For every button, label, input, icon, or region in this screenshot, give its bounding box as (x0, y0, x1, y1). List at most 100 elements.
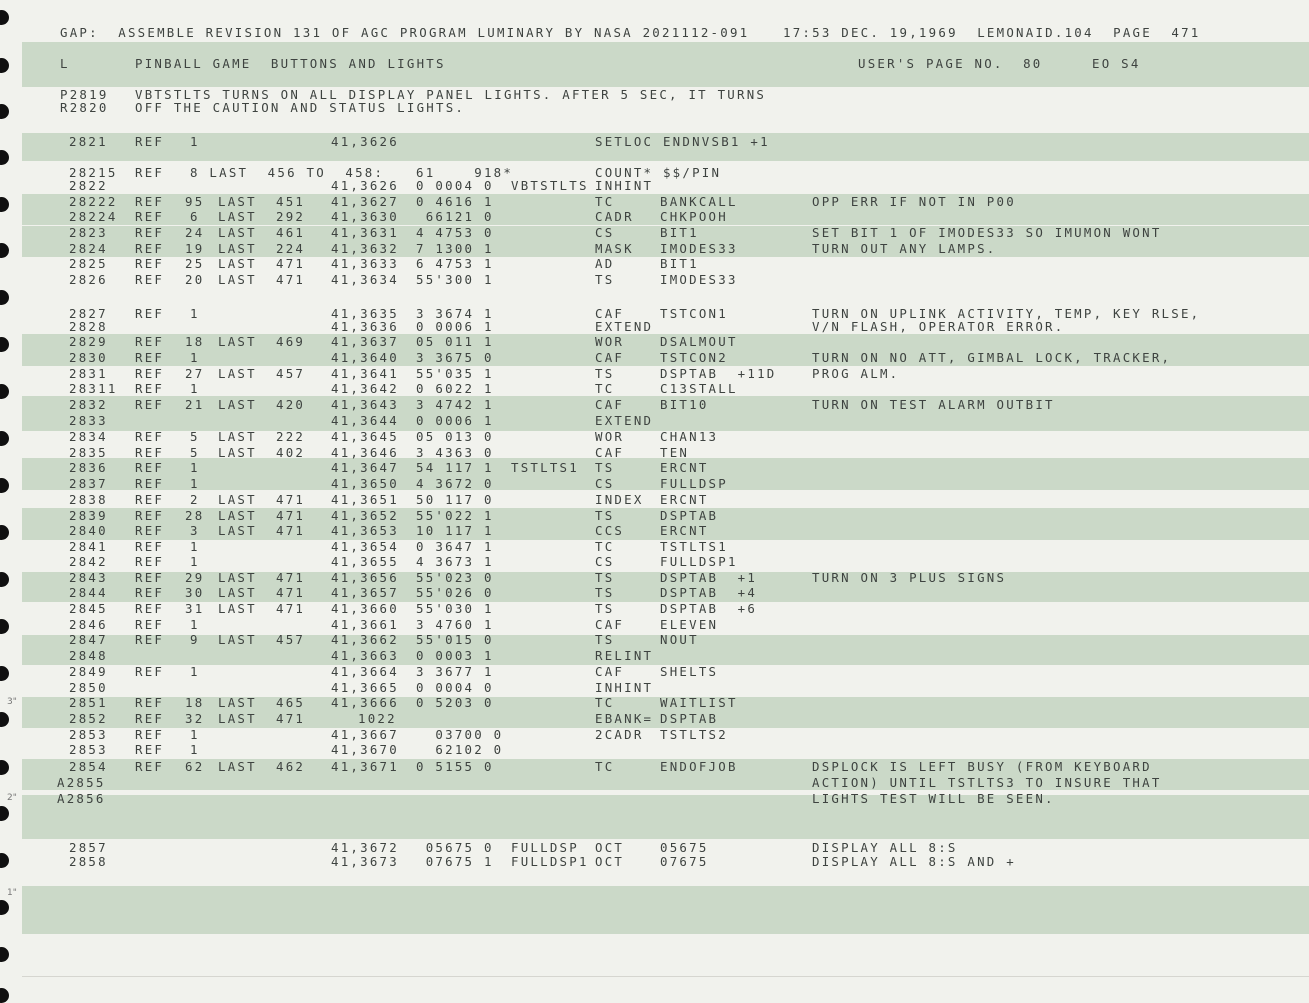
listing-text: 2830 (69, 350, 108, 365)
listing-text: 28311 (69, 381, 118, 396)
listing-text: 4 3673 1 (416, 554, 494, 569)
listing-text: FULLDSP (511, 840, 579, 855)
listing-text: 10 117 1 (416, 523, 494, 538)
listing-text: 2824 (69, 241, 108, 256)
listing-text: 2822 (69, 178, 108, 193)
listing-text: 05675 0 (416, 840, 494, 855)
listing-text: C13STALL (660, 381, 738, 396)
listing-text: LAST (218, 508, 257, 523)
listing-text: LAST (218, 209, 257, 224)
listing-text: DSPTAB +11D (660, 366, 777, 381)
listing-text: 2832 (69, 397, 108, 412)
listing-text: 41,3637 (331, 334, 399, 349)
listing-text: 1 (190, 539, 200, 554)
listing-text: OCT (595, 854, 625, 869)
listing-text: 1 (190, 134, 200, 149)
listing-text: 3 3677 1 (416, 664, 494, 679)
listing-text: CAF (595, 617, 625, 632)
listing-text: OPP ERR IF NOT IN P00 (812, 194, 1016, 209)
listing-text: 05 011 1 (416, 334, 494, 349)
listing-text: 03700 0 (416, 727, 504, 742)
listing-text: 292 (276, 209, 306, 224)
listing-text: 2838 (69, 492, 108, 507)
listing-text: REF (135, 460, 165, 475)
listing-text: 55'023 0 (416, 570, 494, 585)
listing-text: OCT (595, 840, 625, 855)
listing-text: REF (135, 554, 165, 569)
listing-text: 0 0004 0 (416, 178, 494, 193)
listing-text: 2 (190, 492, 200, 507)
listing-text: INHINT (595, 178, 654, 193)
listing-text: 18 (185, 334, 205, 349)
listing-text: WOR (595, 429, 625, 444)
listing-text: 0 6022 1 (416, 381, 494, 396)
listing-text: REF (135, 306, 165, 321)
listing-text: LAST (218, 523, 257, 538)
listing-text: 41,3670 (331, 742, 399, 757)
listing-text: REF (135, 134, 165, 149)
listing-text: 457 (276, 632, 306, 647)
listing-text: SET BIT 1 OF IMODES33 SO IMUMON WONT (812, 225, 1162, 240)
listing-text: 471 (276, 711, 306, 726)
listing-text: RELINT (595, 648, 654, 663)
listing-text: 4 3672 0 (416, 476, 494, 491)
listing-text: TC (595, 194, 615, 209)
listing-text: PROG ALM. (812, 366, 900, 381)
listing-text: 1 (190, 476, 200, 491)
listing-text: TSTLTS1 (511, 460, 579, 475)
listing-text: REF (135, 570, 165, 585)
listing-text: 2852 (69, 711, 108, 726)
listing-text: 29 (185, 570, 205, 585)
listing-text: TC (595, 695, 615, 710)
listing-text: 471 (276, 585, 306, 600)
listing-text: REF (135, 445, 165, 460)
printout-listing: GAP: ASSEMBLE REVISION 131 OF AGC PROGRA… (0, 0, 1309, 1000)
listing-text: NOUT (660, 632, 699, 647)
listing-text: 41,3656 (331, 570, 399, 585)
listing-text: 21 (185, 397, 205, 412)
listing-text: 18 (185, 695, 205, 710)
listing-text: PINBALL GAME BUTTONS AND LIGHTS (135, 56, 446, 71)
listing-text: 41,3642 (331, 381, 399, 396)
listing-text: 41,3653 (331, 523, 399, 538)
listing-text: 54 117 1 (416, 460, 494, 475)
listing-text: 41,3640 (331, 350, 399, 365)
listing-text: INHINT (595, 680, 654, 695)
listing-text: TURN OUT ANY LAMPS. (812, 241, 997, 256)
listing-text: 3 (190, 523, 200, 538)
listing-text: 471 (276, 508, 306, 523)
listing-text: 55'022 1 (416, 508, 494, 523)
listing-text: 41,3627 (331, 194, 399, 209)
listing-text: 41,3651 (331, 492, 399, 507)
listing-text: REF (135, 397, 165, 412)
listing-text: FULLDSP (660, 476, 728, 491)
listing-text: LAST (218, 397, 257, 412)
listing-text: TS (595, 508, 615, 523)
listing-text: 2853 (69, 742, 108, 757)
listing-text: 41,3666 (331, 695, 399, 710)
listing-text: 05 013 0 (416, 429, 494, 444)
listing-text: BIT10 (660, 397, 709, 412)
listing-text: REF (135, 759, 165, 774)
listing-text: ERCNT (660, 523, 709, 538)
listing-text: 2857 (69, 840, 108, 855)
listing-text: 25 (185, 256, 205, 271)
listing-text: 41,3652 (331, 508, 399, 523)
listing-text: 462 (276, 759, 306, 774)
listing-text: LAST (218, 585, 257, 600)
listing-text: TS (595, 460, 615, 475)
listing-text: TS (595, 570, 615, 585)
listing-text: 41,3636 (331, 319, 399, 334)
listing-text: 0 0003 1 (416, 648, 494, 663)
listing-text: TSTCON2 (660, 350, 728, 365)
listing-text: 2CADR (595, 727, 644, 742)
listing-text: FULLDSP1 (511, 854, 589, 869)
listing-text: 41,3664 (331, 664, 399, 679)
listing-text: REF (135, 209, 165, 224)
listing-text: 6 (190, 209, 200, 224)
listing-text: L (60, 56, 70, 71)
listing-text: SHELTS (660, 664, 719, 679)
listing-text: 19 (185, 241, 205, 256)
listing-text: 05675 (660, 840, 709, 855)
listing-text: 2834 (69, 429, 108, 444)
